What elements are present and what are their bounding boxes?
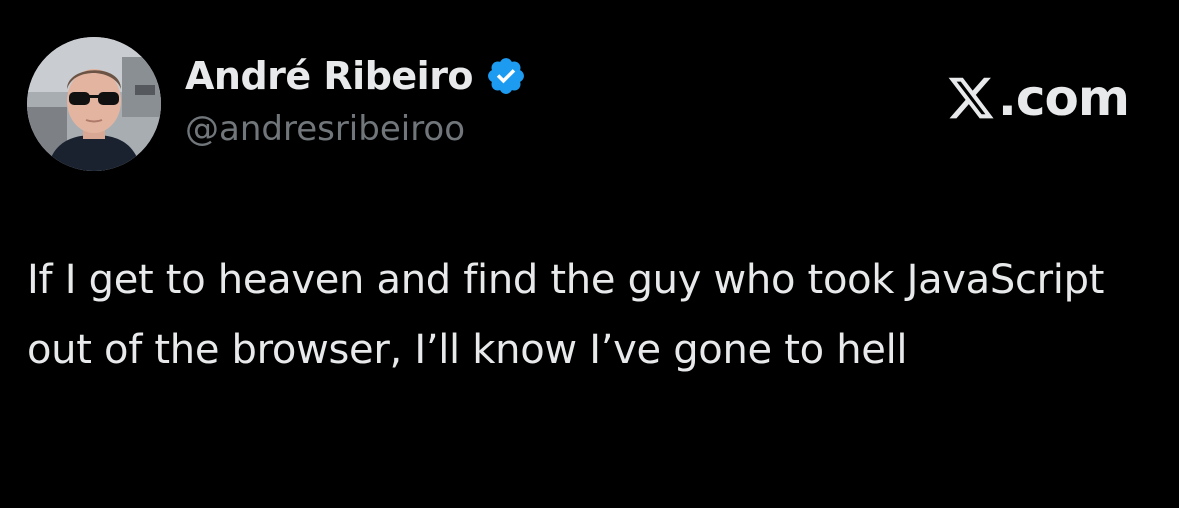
tweet-text: If I get to heaven and find the guy who …: [27, 257, 1105, 373]
verified-badge-icon: [485, 55, 527, 97]
user-handle[interactable]: @andresribeiroo: [185, 104, 527, 154]
x-logo: .com: [946, 66, 1130, 130]
x-logo-icon: [946, 73, 996, 123]
x-domain-text: .com: [997, 69, 1130, 127]
tweet-card: André Ribeiro @andresribeiroo .com If I …: [0, 0, 1179, 508]
author-block: André Ribeiro @andresribeiroo: [185, 50, 527, 154]
name-row: André Ribeiro: [185, 50, 527, 102]
display-name[interactable]: André Ribeiro: [185, 50, 474, 102]
avatar[interactable]: [27, 37, 161, 171]
